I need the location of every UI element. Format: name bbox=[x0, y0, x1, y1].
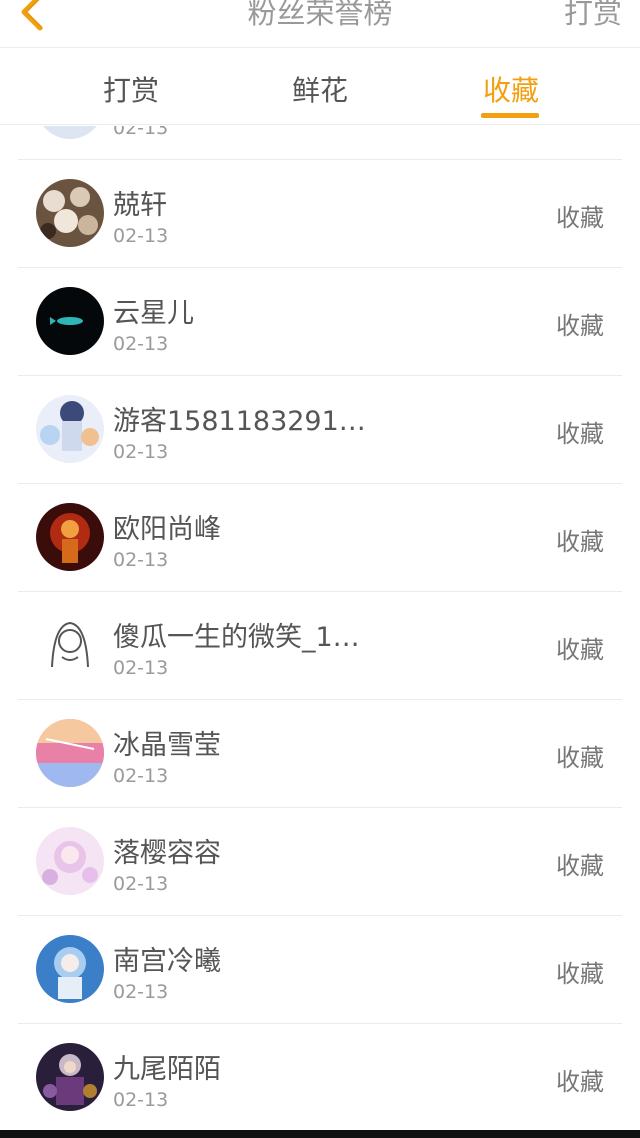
item-action-label: 收藏 bbox=[556, 420, 604, 448]
list-item[interactable]: 游客1581183291… 02-13 收藏 bbox=[0, 376, 640, 484]
list-item[interactable]: 落樱容容 02-13 收藏 bbox=[0, 808, 640, 916]
list-item[interactable]: 冰晶雪莹 02-13 收藏 bbox=[0, 700, 640, 808]
item-date: 02-13 bbox=[113, 333, 169, 355]
user-name: 冰晶雪莹 bbox=[113, 730, 221, 761]
item-date: 02-13 bbox=[113, 225, 169, 247]
item-action-label: 收藏 bbox=[556, 960, 604, 988]
list-item[interactable]: 九尾陌陌 02-13 收藏 bbox=[0, 1024, 640, 1130]
avatar bbox=[36, 395, 104, 463]
list-item[interactable]: 兢轩 02-13 收藏 bbox=[0, 160, 640, 268]
item-date: 02-13 bbox=[113, 873, 169, 895]
reward-button[interactable]: 打赏 bbox=[564, 0, 622, 32]
item-action-label: 收藏 bbox=[556, 528, 604, 556]
item-action-label: 收藏 bbox=[556, 312, 604, 340]
tab-flowers[interactable]: 鲜花 bbox=[292, 69, 348, 109]
user-name: 九尾陌陌 bbox=[113, 1054, 221, 1085]
active-tab-indicator bbox=[481, 113, 539, 118]
item-action-label: 收藏 bbox=[556, 636, 604, 664]
avatar bbox=[36, 287, 104, 355]
item-date: 02-13 bbox=[113, 126, 169, 139]
list-item[interactable]: 云星儿 02-13 收藏 bbox=[0, 268, 640, 376]
item-action-label: 收藏 bbox=[556, 1068, 604, 1096]
avatar bbox=[36, 827, 104, 895]
user-name: 南宫冷曦 bbox=[113, 946, 221, 977]
user-name: 欧阳尚峰 bbox=[113, 514, 221, 545]
tab-favorites[interactable]: 收藏 bbox=[483, 69, 539, 109]
item-date: 02-13 bbox=[113, 549, 169, 571]
avatar bbox=[36, 935, 104, 1003]
avatar bbox=[36, 611, 104, 679]
fans-list[interactable]: 02-13 兢轩 02-13 收藏 云星儿 02-13 收藏 游客1581183… bbox=[0, 126, 640, 1130]
item-action-label: 收藏 bbox=[556, 744, 604, 772]
bottom-edge bbox=[0, 1130, 640, 1138]
user-name: 落樱容容 bbox=[113, 838, 221, 869]
item-date: 02-13 bbox=[113, 765, 169, 787]
tab-bar: 打赏 鲜花 收藏 bbox=[0, 49, 640, 125]
item-date: 02-13 bbox=[113, 657, 169, 679]
avatar bbox=[36, 1043, 104, 1111]
list-item[interactable]: 02-13 bbox=[0, 126, 640, 160]
avatar bbox=[36, 719, 104, 787]
item-date: 02-13 bbox=[113, 981, 169, 1003]
top-bar: 粉丝荣誉榜 打赏 bbox=[0, 0, 640, 48]
avatar bbox=[36, 179, 104, 247]
item-date: 02-13 bbox=[113, 1089, 169, 1111]
tab-reward[interactable]: 打赏 bbox=[103, 69, 159, 109]
page-title: 粉丝荣誉榜 bbox=[247, 0, 393, 30]
list-item[interactable]: 南宫冷曦 02-13 收藏 bbox=[0, 916, 640, 1024]
user-name: 云星儿 bbox=[113, 298, 194, 329]
user-name: 傻瓜一生的微笑_1… bbox=[113, 622, 360, 653]
item-action-label: 收藏 bbox=[556, 852, 604, 880]
item-date: 02-13 bbox=[113, 441, 169, 463]
list-item[interactable]: 傻瓜一生的微笑_1… 02-13 收藏 bbox=[0, 592, 640, 700]
avatar bbox=[36, 126, 104, 139]
item-action-label: 收藏 bbox=[556, 204, 604, 232]
user-name: 兢轩 bbox=[113, 190, 167, 221]
avatar bbox=[36, 503, 104, 571]
list-item[interactable]: 欧阳尚峰 02-13 收藏 bbox=[0, 484, 640, 592]
user-name: 游客1581183291… bbox=[113, 406, 366, 437]
